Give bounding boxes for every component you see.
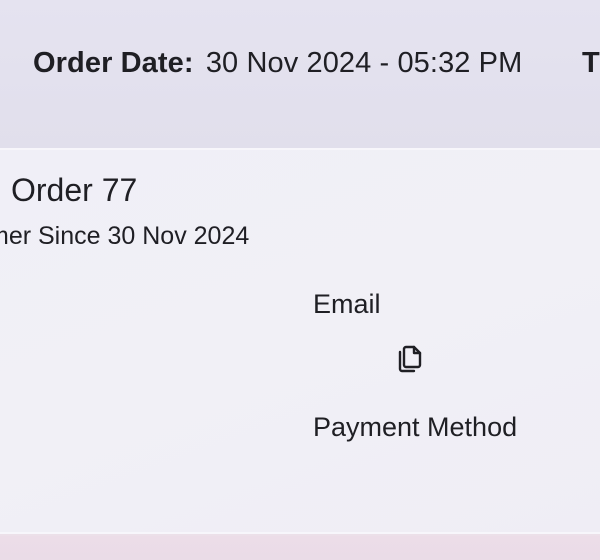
email-label: Email	[313, 289, 381, 319]
copy-email-button[interactable]	[394, 343, 426, 375]
order-title: Order 77	[11, 172, 138, 208]
customer-since: mer Since 30 Nov 2024	[0, 222, 250, 250]
payment-method-label: Payment Method	[313, 412, 518, 442]
order-header: Order Date: 30 Nov 2024 - 05:32 PM T	[0, 0, 600, 148]
header-next-label: T	[582, 47, 600, 79]
order-date-label: Order Date:	[33, 47, 194, 79]
next-card-edge	[0, 536, 600, 560]
order-date-value: 30 Nov 2024 - 05:32 PM	[205, 47, 523, 79]
order-card: Order 77 mer Since 30 Nov 2024 Email Pay…	[0, 148, 600, 534]
copy-icon	[398, 345, 422, 373]
order-date: Order Date: 30 Nov 2024 - 05:32 PM	[33, 46, 522, 80]
